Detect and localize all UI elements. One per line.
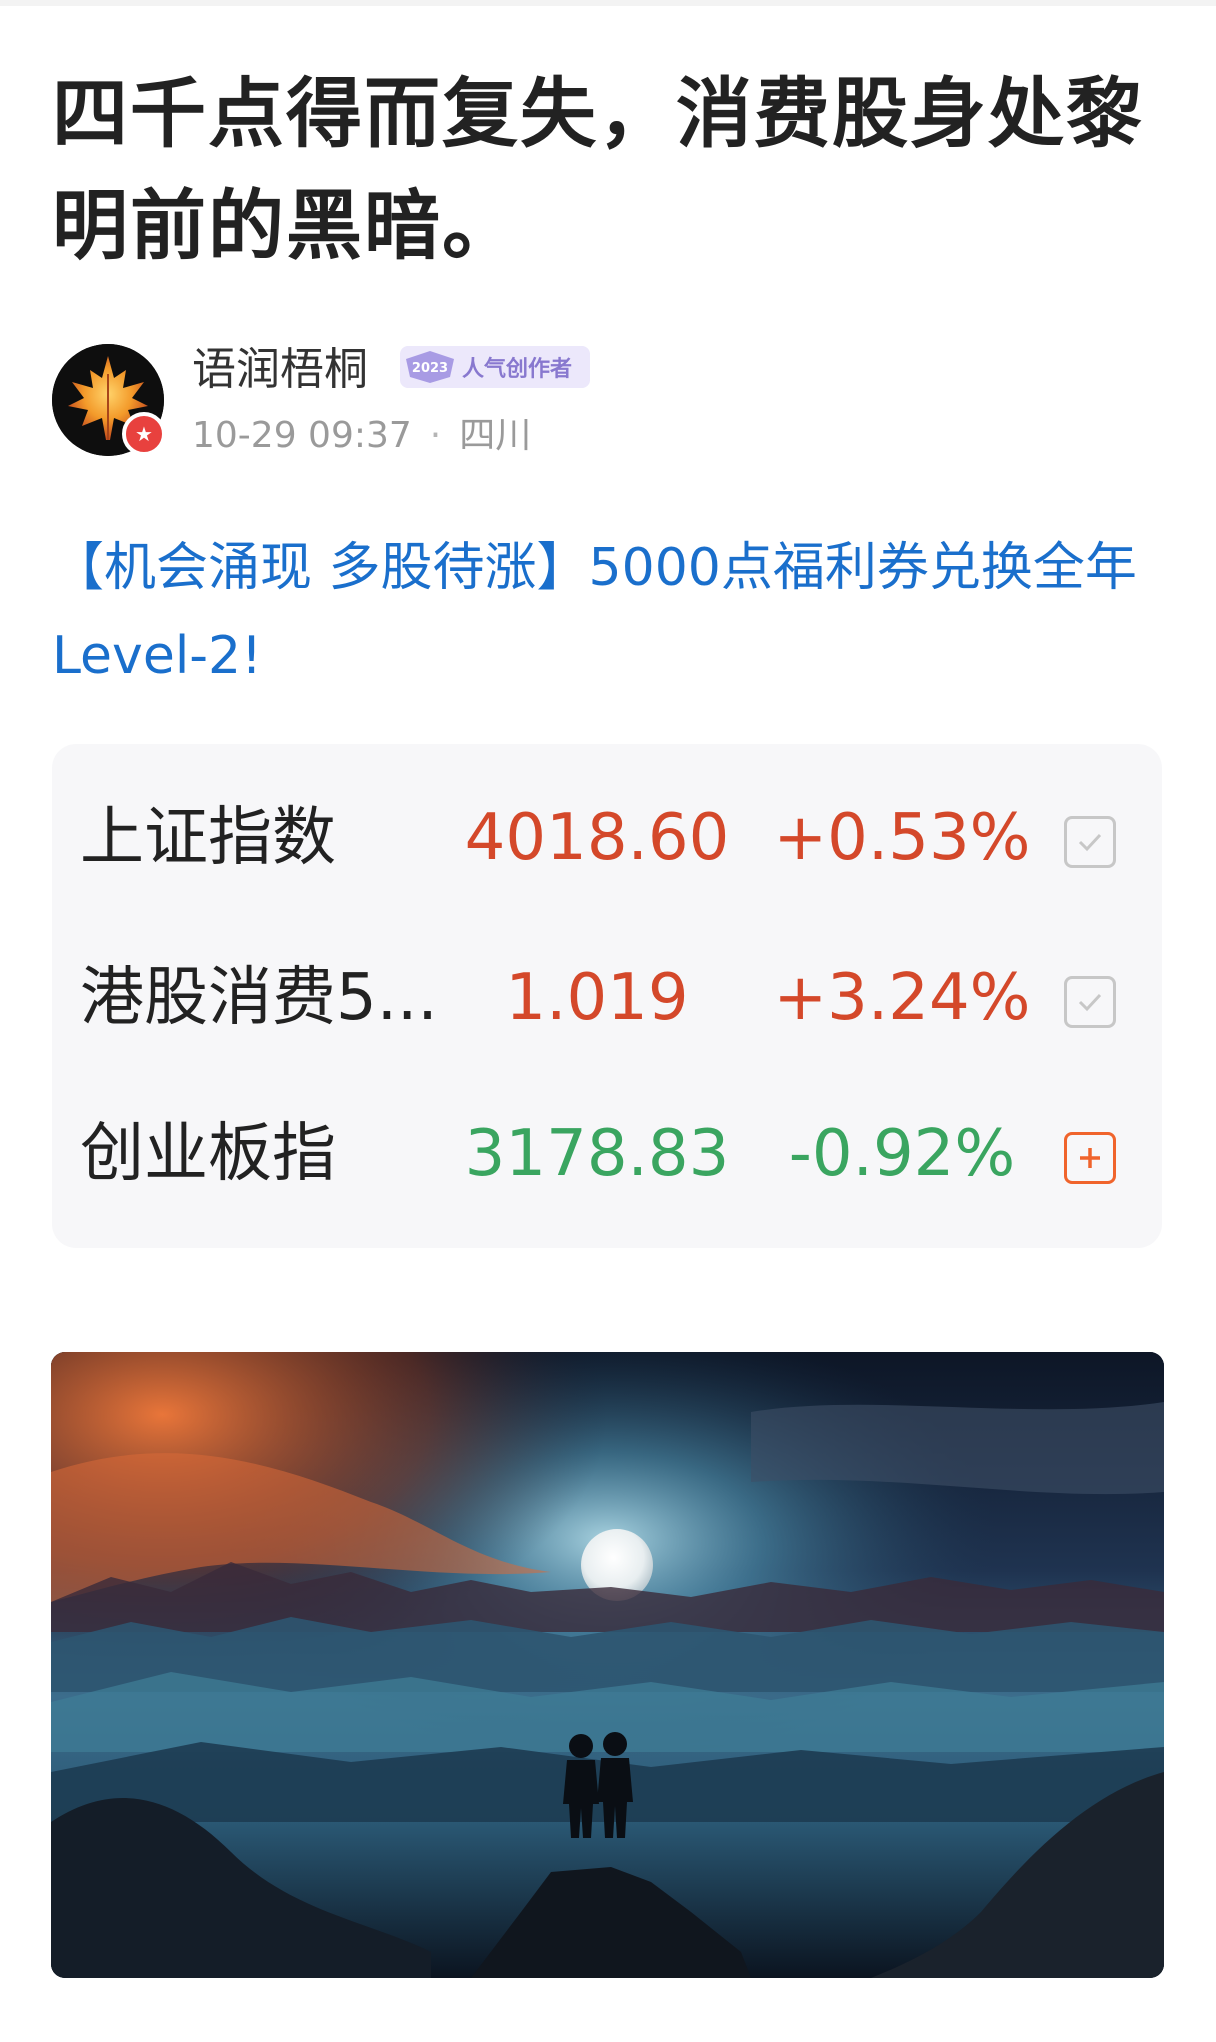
creator-badge: 2023 人气创作者 bbox=[400, 346, 590, 388]
quote-price: 1.019 bbox=[505, 961, 689, 1035]
quote-name: 港股消费5... bbox=[80, 962, 438, 1034]
meta-separator: · bbox=[429, 415, 442, 456]
article-title: 四千点得而复失，消费股身处黎明前的黑暗。 bbox=[52, 69, 1144, 270]
quote-row-shanghai[interactable]: 上证指数 4018.60 +0.53% bbox=[52, 778, 1162, 898]
quote-row-chinext[interactable]: 创业板指 3178.83 -0.92% bbox=[52, 1094, 1162, 1214]
watchlist-checked-icon[interactable] bbox=[1064, 816, 1116, 868]
post-location: 四川 bbox=[459, 415, 532, 456]
promo-link[interactable]: 【机会涌现 多股待涨】5000点福利券兑换全年Level-2! bbox=[52, 524, 1172, 700]
post-meta: 10-29 09:37 · 四川 bbox=[192, 414, 531, 458]
quote-change: +3.24% bbox=[773, 961, 1031, 1035]
quote-change: -0.92% bbox=[788, 1117, 1016, 1191]
watchlist-checked-icon[interactable] bbox=[1064, 976, 1116, 1028]
quote-name: 上证指数 bbox=[80, 802, 336, 874]
moonlit-mountains-illustration bbox=[51, 1352, 1164, 1978]
top-divider bbox=[0, 0, 1216, 6]
badge-label: 人气创作者 bbox=[462, 357, 573, 382]
quote-price: 4018.60 bbox=[464, 801, 730, 875]
author-name[interactable]: 语润梧桐 bbox=[192, 344, 368, 396]
avatar-badge-star-icon: ★ bbox=[122, 412, 166, 456]
quote-change: +0.53% bbox=[773, 801, 1031, 875]
quote-name: 创业板指 bbox=[80, 1118, 336, 1190]
post-time: 10-29 09:37 bbox=[192, 415, 412, 456]
add-to-watchlist-icon[interactable] bbox=[1064, 1132, 1116, 1184]
stock-quote-card: 上证指数 4018.60 +0.53% 港股消费5... 1.019 +3.24… bbox=[52, 744, 1162, 1248]
badge-year-text: 2023 bbox=[412, 361, 448, 376]
article-cover-image[interactable] bbox=[51, 1352, 1164, 1978]
badge-year-icon: 2023 bbox=[400, 346, 460, 388]
quote-price: 3178.83 bbox=[464, 1117, 730, 1191]
quote-row-hk-consumer[interactable]: 港股消费5... 1.019 +3.24% bbox=[52, 938, 1162, 1058]
